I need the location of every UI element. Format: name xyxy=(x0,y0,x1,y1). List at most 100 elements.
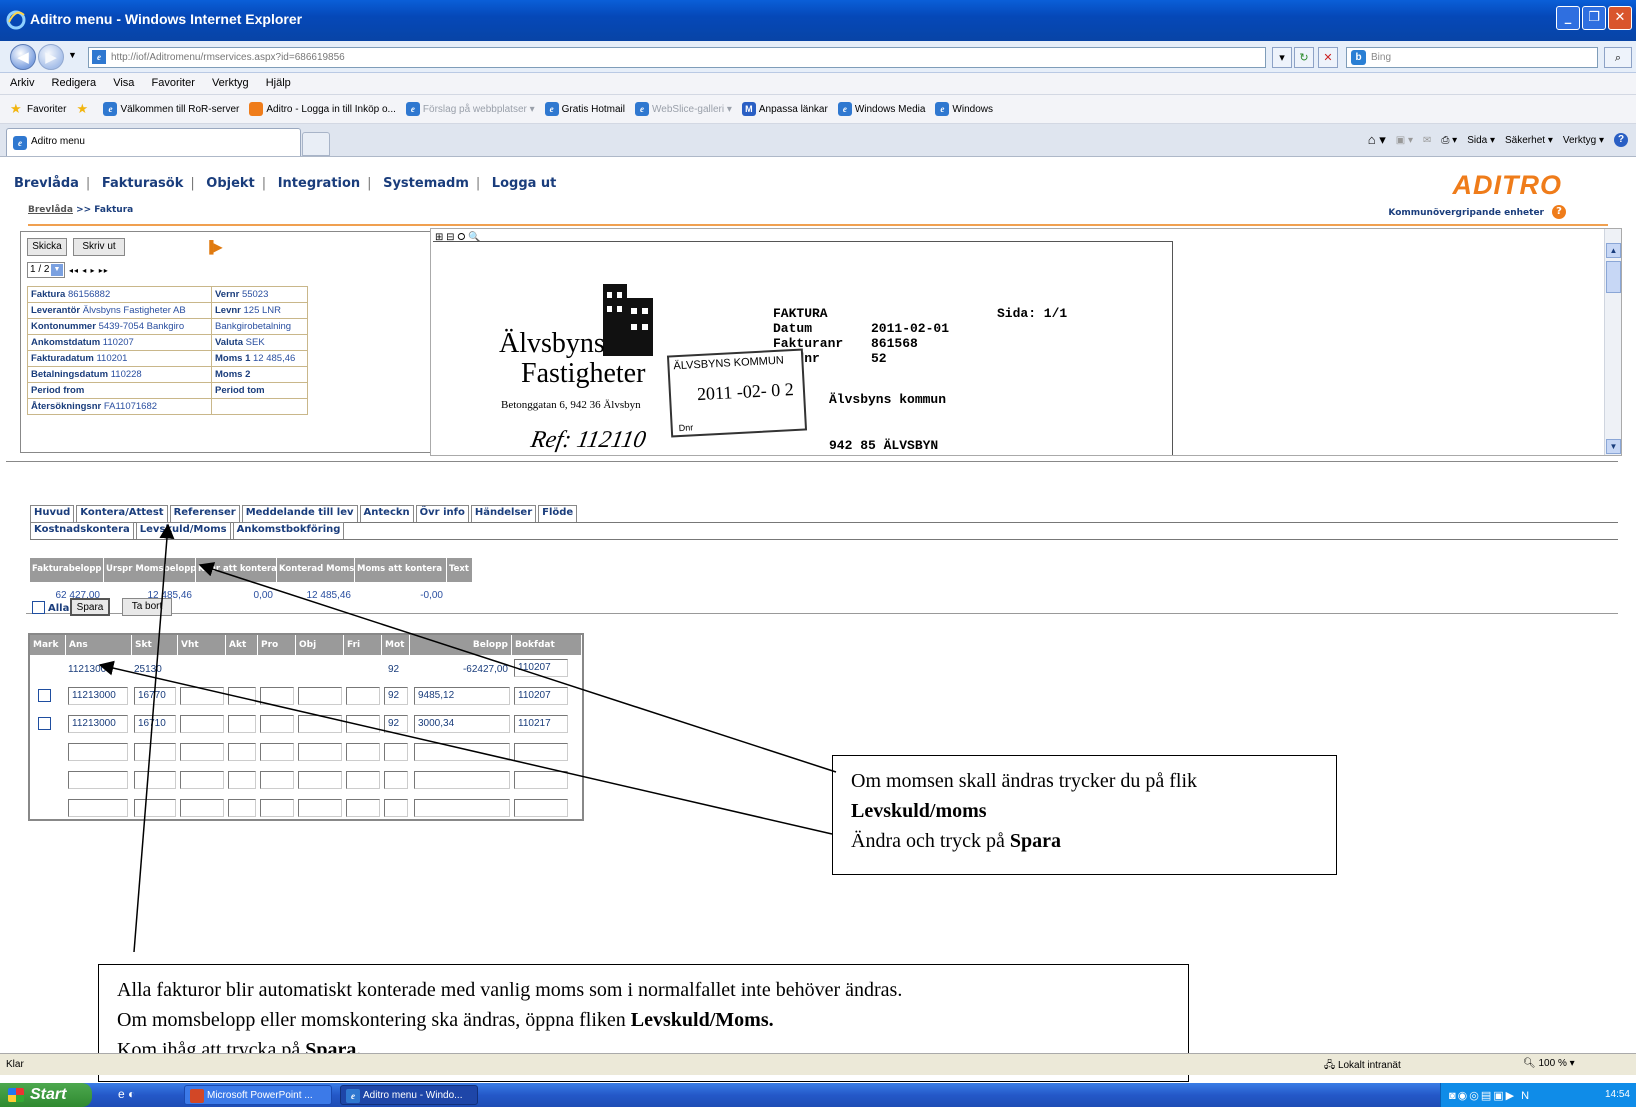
fav-link-windows-media[interactable]: e Windows Media xyxy=(837,102,925,116)
grid-input[interactable] xyxy=(298,687,342,705)
grid-input[interactable] xyxy=(414,743,510,761)
new-tab-button[interactable] xyxy=(302,132,330,156)
grid-input[interactable] xyxy=(298,715,342,733)
url-dropdown-icon[interactable]: ▾ xyxy=(1272,47,1292,68)
page-arrows-icon[interactable]: ◂◂ ◂ ▸ ▸▸ xyxy=(69,266,109,275)
grid-input[interactable] xyxy=(180,743,224,761)
stop-icon[interactable]: ✕ xyxy=(1318,47,1338,68)
grid-input[interactable]: 3000,34 xyxy=(414,715,510,733)
grid-input[interactable] xyxy=(514,743,568,761)
grid-input[interactable] xyxy=(514,771,568,789)
fav-link-suggested[interactable]: e Förslag på webbplatser ▾ xyxy=(405,102,535,116)
tab-h-ndelser[interactable]: Händelser xyxy=(470,505,537,522)
grid-input[interactable] xyxy=(346,743,380,761)
menu-favoriter[interactable]: Favoriter xyxy=(144,73,201,89)
quick-launch-icons[interactable]: e ◐ xyxy=(118,1087,135,1101)
grid-bokfdat-input[interactable]: 110207 xyxy=(514,659,568,677)
page-menu[interactable]: Sida ▾ xyxy=(1467,135,1495,146)
grid-input[interactable] xyxy=(384,743,408,761)
browser-tab-aditro[interactable]: e Aditro menu xyxy=(6,128,301,156)
tab-anteckn[interactable]: Anteckn xyxy=(359,505,414,522)
grid-input[interactable] xyxy=(180,799,224,817)
grid-input[interactable] xyxy=(134,771,176,789)
grid-input[interactable]: 92 xyxy=(384,687,408,705)
menu-redigera[interactable]: Redigera xyxy=(45,73,104,89)
tab-fl-de[interactable]: Flöde xyxy=(538,505,578,522)
search-input[interactable]: b Bing xyxy=(1346,47,1598,68)
nav-logga-ut[interactable]: Logga ut xyxy=(492,176,557,191)
menu-verktyg[interactable]: Verktyg xyxy=(205,73,256,89)
send-button[interactable]: Skicka xyxy=(27,238,67,256)
back-icon[interactable]: ◀ xyxy=(10,44,36,70)
nav-brevlada[interactable]: Brevlåda xyxy=(14,176,79,191)
grid-input[interactable]: 92 xyxy=(384,715,408,733)
grid-input[interactable] xyxy=(298,771,342,789)
tab-referenser[interactable]: Referenser xyxy=(169,505,240,522)
grid-input[interactable]: 110217 xyxy=(514,715,568,733)
grid-input[interactable] xyxy=(298,743,342,761)
nav-integration[interactable]: Integration xyxy=(278,176,360,191)
fav-link-aditro[interactable]: Aditro - Logga in till Inköp o... xyxy=(249,102,396,116)
feeds-icon[interactable]: ▣ ▾ xyxy=(1396,135,1413,146)
zoom-control[interactable]: 🔍︎ 100 % ▾ xyxy=(1523,1058,1575,1069)
nav-objekt[interactable]: Objekt xyxy=(206,176,255,191)
tools-menu[interactable]: Verktyg ▾ xyxy=(1563,135,1604,146)
grid-input[interactable] xyxy=(68,743,128,761)
tab-levskuld-moms[interactable]: Levskuld/Moms xyxy=(135,522,231,539)
breadcrumb-link-brevlada[interactable]: Brevlåda xyxy=(28,205,73,215)
grid-input[interactable] xyxy=(228,715,256,733)
fav-link-hotmail[interactable]: e Gratis Hotmail xyxy=(544,102,625,116)
help-icon[interactable]: ? xyxy=(1552,205,1566,219)
grid-input[interactable] xyxy=(228,743,256,761)
grid-input[interactable] xyxy=(260,799,294,817)
url-input[interactable]: e http://iof/Aditromenu/rmservices.aspx?… xyxy=(88,47,1266,68)
home-icon[interactable]: ⌂ ▾ xyxy=(1368,132,1386,148)
grid-input[interactable] xyxy=(134,743,176,761)
grid-input[interactable] xyxy=(180,771,224,789)
task-powerpoint[interactable]: Microsoft PowerPoint ... xyxy=(184,1085,332,1105)
tab--vr-info[interactable]: Övr info xyxy=(415,505,469,522)
menu-arkiv[interactable]: Arkiv xyxy=(0,73,41,89)
grid-input[interactable] xyxy=(346,771,380,789)
print-button[interactable]: Skriv ut xyxy=(73,238,125,256)
scroll-thumb[interactable] xyxy=(1606,261,1621,293)
minimize-button[interactable]: _ xyxy=(1556,6,1580,30)
print-icon[interactable]: ⎙ ▾ xyxy=(1441,135,1457,146)
grid-input[interactable] xyxy=(68,771,128,789)
grid-input[interactable] xyxy=(346,715,380,733)
grid-input[interactable]: 11213000 xyxy=(68,687,128,705)
grid-input[interactable] xyxy=(414,799,510,817)
search-icon[interactable]: ⌕ xyxy=(1604,47,1632,68)
grid-input[interactable] xyxy=(514,799,568,817)
tray-icons[interactable]: ◙◉◎▤▣▶ N xyxy=(1449,1089,1531,1102)
help-menu-icon[interactable]: ? xyxy=(1614,133,1628,147)
scroll-up-icon[interactable]: ▲ xyxy=(1606,243,1621,258)
grid-input[interactable] xyxy=(260,715,294,733)
add-favorite-icon[interactable]: ★ xyxy=(76,102,93,116)
close-button[interactable]: ✕ xyxy=(1608,6,1632,30)
grid-input[interactable]: 11213000 xyxy=(68,715,128,733)
tab-ankomstbokf-ring[interactable]: Ankomstbokföring xyxy=(232,522,345,539)
task-ie-aditro[interactable]: e Aditro menu - Windo... xyxy=(340,1085,478,1105)
grid-input[interactable]: 16710 xyxy=(134,715,176,733)
grid-input[interactable] xyxy=(384,799,408,817)
fav-link-windows[interactable]: e Windows xyxy=(935,102,993,116)
grid-input[interactable] xyxy=(68,799,128,817)
grid-input[interactable] xyxy=(346,799,380,817)
grid-input[interactable] xyxy=(228,799,256,817)
fav-link-ror[interactable]: e Välkommen till RoR-server xyxy=(103,102,239,116)
tab-huvud[interactable]: Huvud xyxy=(30,505,75,522)
grid-input[interactable] xyxy=(414,771,510,789)
menu-visa[interactable]: Visa xyxy=(106,73,141,89)
grid-input[interactable] xyxy=(346,687,380,705)
grid-input[interactable]: 110207 xyxy=(514,687,568,705)
forward-icon[interactable]: ▶ xyxy=(38,44,64,70)
invoice-image-viewer[interactable]: ⊞ ⊟ ⭘ 🔍 Älvsbyns Fastigheter Betonggatan… xyxy=(430,228,1622,456)
grid-input[interactable] xyxy=(260,771,294,789)
row-checkbox[interactable] xyxy=(38,689,51,702)
grid-input[interactable] xyxy=(180,715,224,733)
history-dropdown-icon[interactable]: ▼ xyxy=(68,50,77,60)
grid-input[interactable]: 9485,12 xyxy=(414,687,510,705)
fav-link-webslice[interactable]: e WebSlice-galleri ▾ xyxy=(635,102,732,116)
save-button[interactable]: Spara xyxy=(70,598,110,616)
